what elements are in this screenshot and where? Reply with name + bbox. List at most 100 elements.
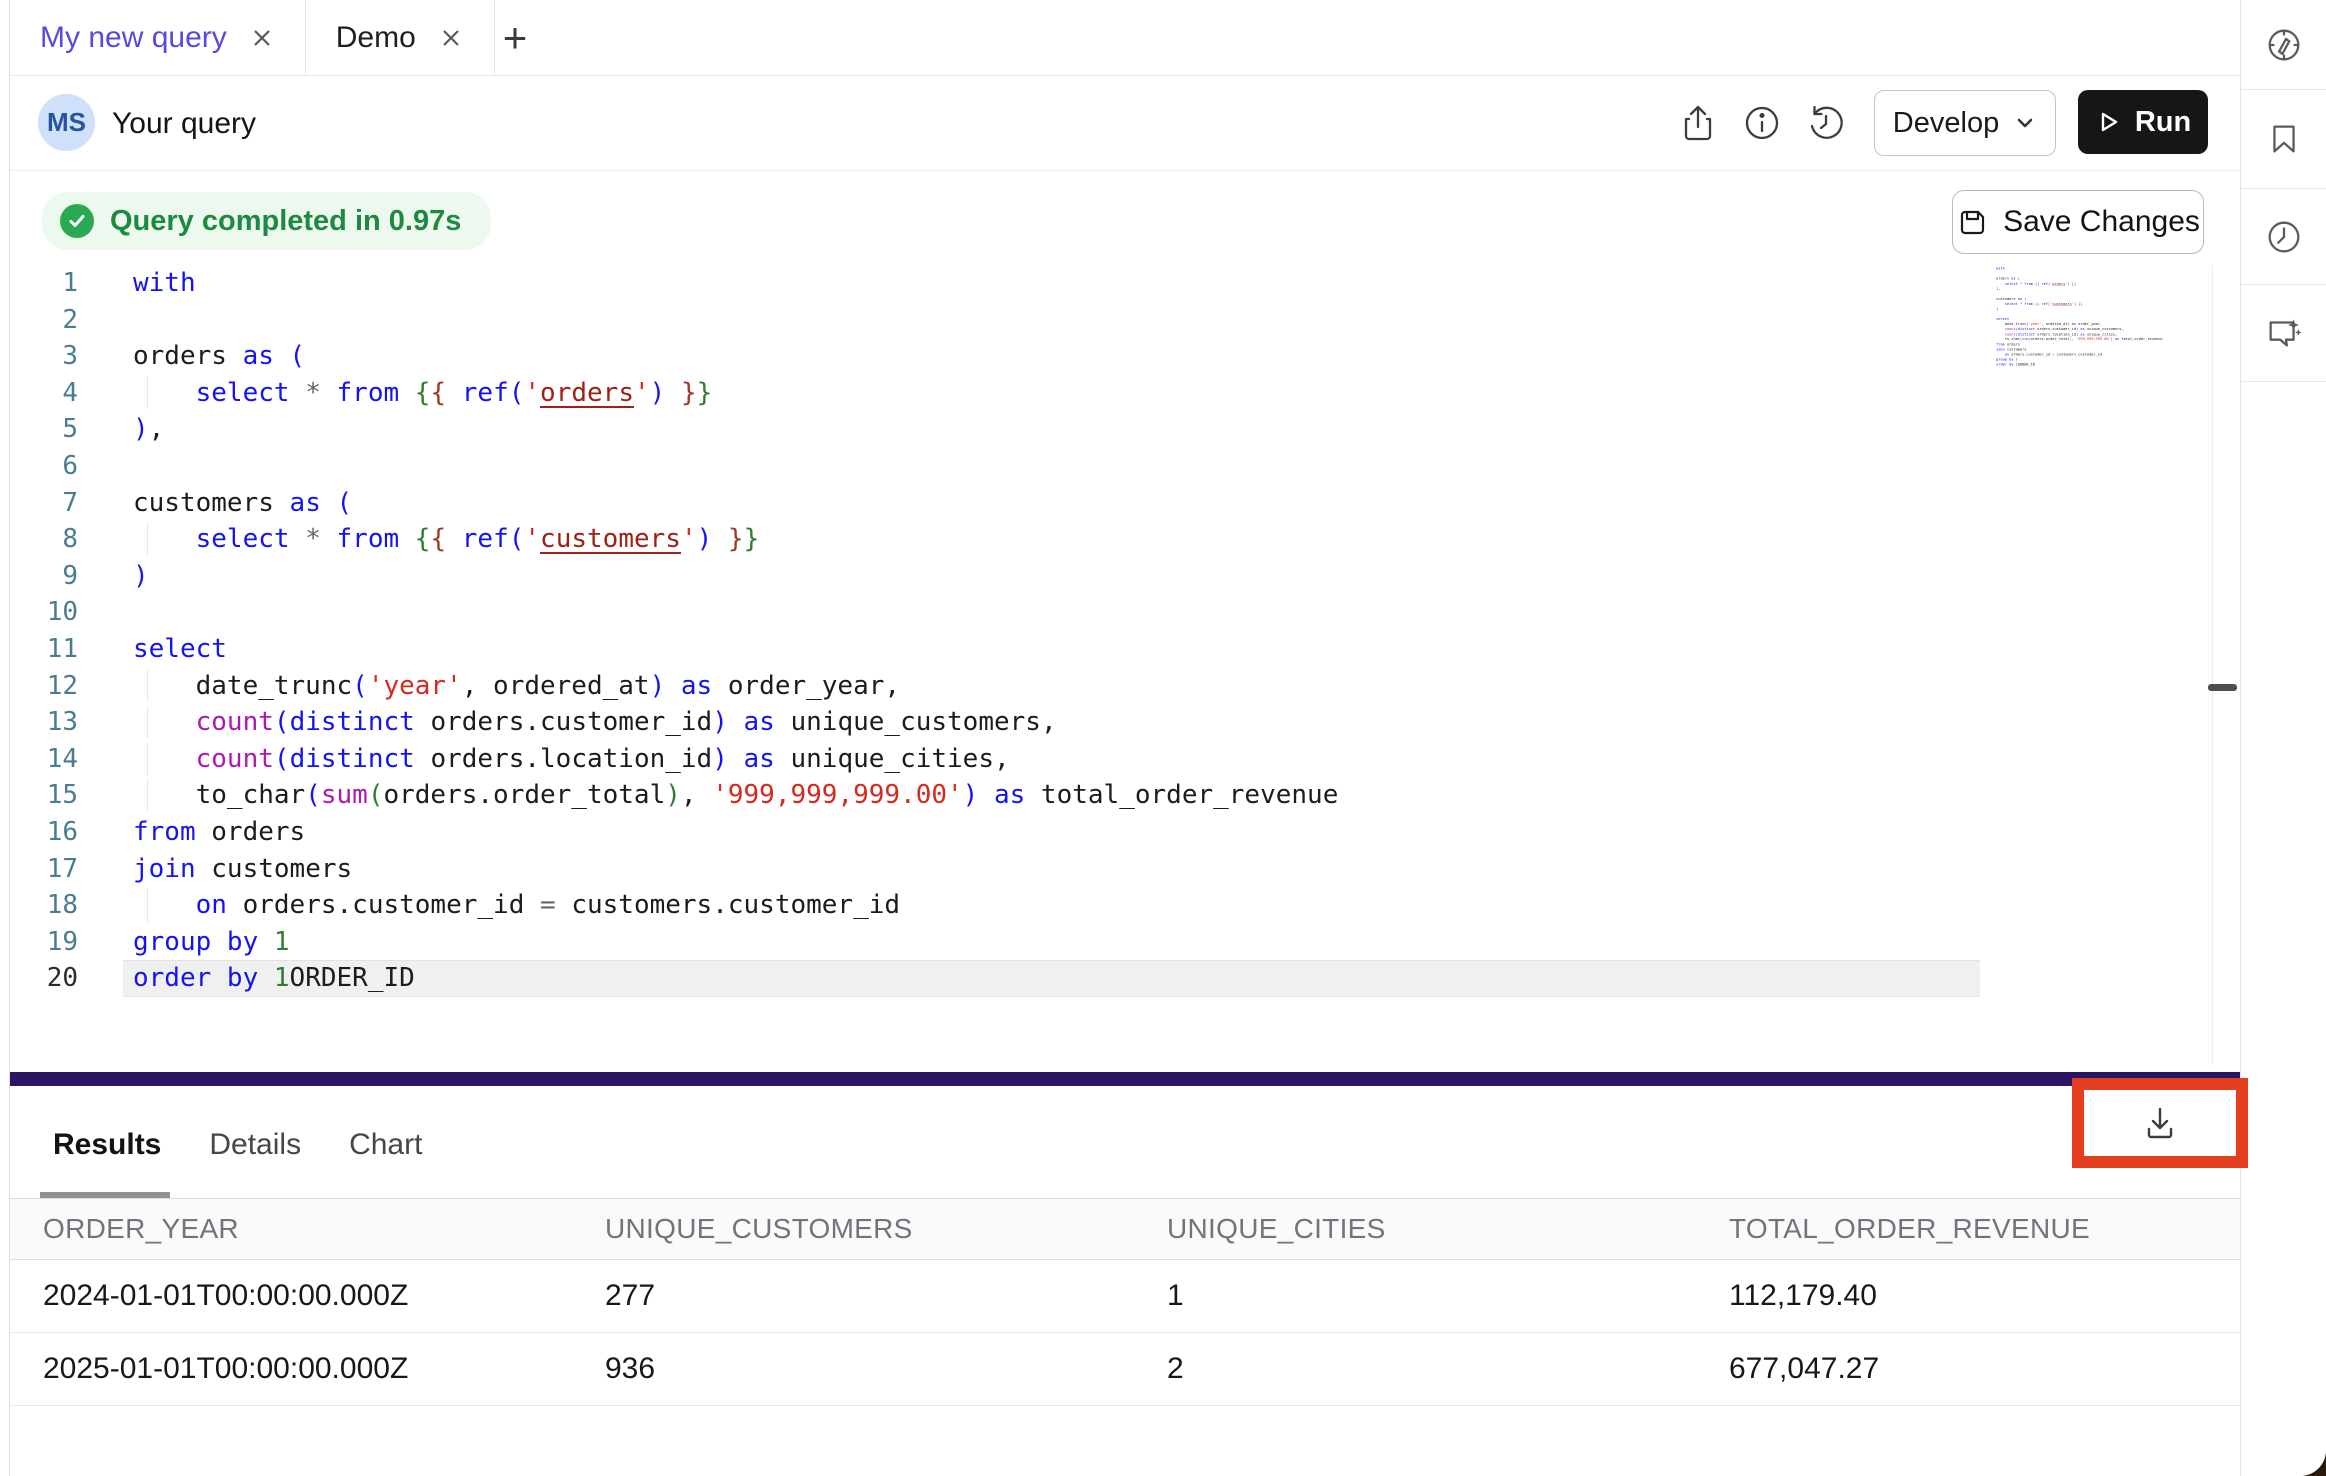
history-icon (1804, 101, 1848, 145)
code-line: 12 date_trunc('year', ordered_at) as ord… (10, 668, 2240, 705)
save-changes-button[interactable]: Save Changes (1952, 190, 2204, 254)
chat-sparkles-icon (2263, 312, 2305, 354)
line-number: 9 (10, 558, 110, 595)
code-line: order by 1ORDER_ID (1993, 362, 2215, 367)
line-number: 15 (10, 777, 110, 814)
line-number: 16 (10, 814, 110, 851)
code-line: 6 (10, 448, 2240, 485)
table-cell: 677,047.27 (1696, 1352, 2240, 1386)
run-label: Run (2135, 106, 2191, 139)
panel-divider[interactable] (10, 1072, 2240, 1086)
history-button[interactable] (1804, 101, 1848, 145)
code-editor[interactable]: 1with23orders as (4 select * from {{ ref… (10, 265, 2240, 1065)
line-number: 6 (10, 448, 110, 485)
sidebar-item-explore[interactable] (2241, 0, 2326, 90)
sidebar-item-ai-assistant[interactable] (2241, 285, 2326, 382)
line-number: 13 (10, 704, 110, 741)
clock-icon (2263, 216, 2305, 258)
query-ide-window: My new query Demo + MS Your query Develop… (0, 0, 2326, 1476)
line-number: 10 (10, 594, 110, 631)
right-sidebar (2240, 0, 2326, 1476)
save-changes-label: Save Changes (2003, 205, 2200, 239)
panel-resize-handle[interactable] (2208, 684, 2237, 691)
line-number: 1 (10, 265, 110, 302)
results-table-body: 2024-01-01T00:00:00.000Z2771112,179.4020… (10, 1260, 2240, 1406)
line-number: 8 (10, 521, 110, 558)
code-line: 2 (10, 302, 2240, 339)
sidebar-item-bookmarks[interactable] (2241, 90, 2326, 189)
results-tab-results[interactable]: Results (53, 1128, 161, 1162)
develop-dropdown[interactable]: Develop (1874, 90, 2056, 156)
code-line: 1with (10, 265, 2240, 302)
share-button[interactable] (1676, 101, 1720, 145)
results-tab-chart[interactable]: Chart (349, 1128, 422, 1162)
code-line: 16from orders (10, 814, 2240, 851)
table-cell: 936 (572, 1352, 1134, 1386)
play-icon (2095, 109, 2121, 135)
save-icon (1956, 206, 1989, 239)
code-line: 4 select * from {{ ref('orders') }} (10, 375, 2240, 412)
column-header: UNIQUE_CUSTOMERS (572, 1213, 1134, 1245)
code-line: 18 on orders.customer_id = customers.cus… (10, 887, 2240, 924)
tab-label: Demo (336, 21, 416, 55)
sidebar-item-history[interactable] (2241, 189, 2326, 285)
editor-tab[interactable]: Demo (306, 0, 495, 75)
line-number: 3 (10, 338, 110, 375)
editor-tab[interactable]: My new query (10, 0, 306, 75)
table-cell: 112,179.40 (1696, 1279, 2240, 1313)
download-results-button[interactable] (2138, 1101, 2182, 1145)
avatar: MS (38, 94, 95, 151)
close-icon[interactable] (249, 25, 275, 51)
column-header: UNIQUE_CITIES (1134, 1213, 1696, 1245)
chevron-down-icon (2013, 111, 2037, 135)
code-line: 11select (10, 631, 2240, 668)
code-line: 8 select * from {{ ref('customers') }} (10, 521, 2240, 558)
table-cell: 2025-01-01T00:00:00.000Z (10, 1352, 572, 1386)
annotation-highlight-box (2072, 1078, 2248, 1168)
table-row: 2024-01-01T00:00:00.000Z2771112,179.40 (10, 1260, 2240, 1333)
code-line: 17join customers (10, 851, 2240, 888)
table-cell: 2024-01-01T00:00:00.000Z (10, 1279, 572, 1313)
table-row: 2025-01-01T00:00:00.000Z9362677,047.27 (10, 1333, 2240, 1406)
code-line: 20order by 1ORDER_ID (10, 960, 2240, 997)
page-title: Your query (112, 107, 256, 141)
line-number: 4 (10, 375, 110, 412)
code-line: 9) (10, 558, 2240, 595)
status-message: Query completed in 0.97s (110, 205, 461, 238)
code-line: 10 (10, 594, 2240, 631)
line-number: 2 (10, 302, 110, 339)
code-line: 19group by 1 (10, 924, 2240, 961)
editor-tab-bar: My new query Demo (10, 0, 2240, 76)
line-number: 14 (10, 741, 110, 778)
line-number: 7 (10, 485, 110, 522)
line-number: 20 (10, 960, 110, 997)
share-icon (1676, 101, 1720, 145)
new-tab-button[interactable]: + (470, 0, 560, 75)
code-line: 14 count(distinct orders.location_id) as… (10, 741, 2240, 778)
column-header: TOTAL_ORDER_REVENUE (1696, 1213, 2240, 1245)
line-number: 12 (10, 668, 110, 705)
results-tab-bar: Results Details Chart (53, 1128, 422, 1162)
code-line: 7customers as ( (10, 485, 2240, 522)
bookmark-icon (2263, 118, 2305, 160)
line-number: 5 (10, 411, 110, 448)
editor-right-edge (2212, 265, 2213, 1065)
code-line: 3orders as ( (10, 338, 2240, 375)
download-icon (2138, 1101, 2182, 1145)
table-cell: 1 (1134, 1279, 1696, 1313)
editor-minimap[interactable]: withorders as ( select * from {{ ref('or… (1993, 266, 2215, 378)
develop-label: Develop (1893, 107, 1999, 140)
info-button[interactable] (1740, 101, 1784, 145)
code-line: 5), (10, 411, 2240, 448)
close-icon[interactable] (438, 25, 464, 51)
results-table-header: ORDER_YEARUNIQUE_CUSTOMERSUNIQUE_CITIEST… (10, 1198, 2240, 1260)
line-number: 19 (10, 924, 110, 961)
query-status-badge: Query completed in 0.97s (42, 192, 491, 250)
results-tab-details[interactable]: Details (209, 1128, 301, 1162)
run-button[interactable]: Run (2078, 90, 2208, 154)
code-line: 13 count(distinct orders.customer_id) as… (10, 704, 2240, 741)
column-header: ORDER_YEAR (10, 1213, 572, 1245)
line-number: 11 (10, 631, 110, 668)
line-number: 17 (10, 851, 110, 888)
success-check-icon (60, 204, 94, 238)
